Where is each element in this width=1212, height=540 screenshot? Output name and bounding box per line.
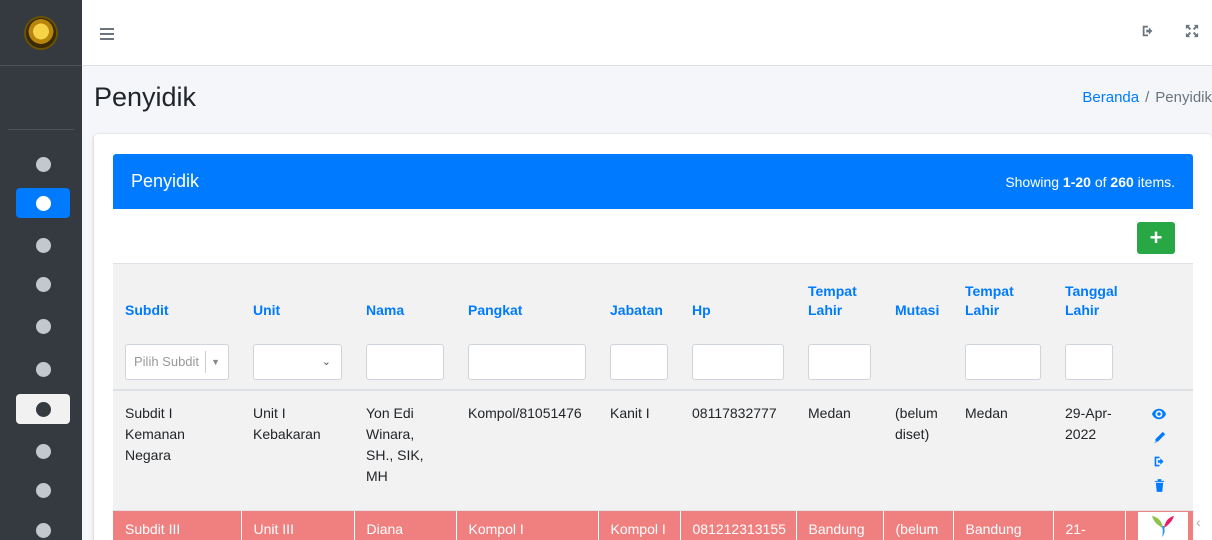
table-row: Subdit I Kemanan Negara Unit I Kebakaran… [113, 390, 1193, 511]
circle-icon [35, 156, 51, 172]
circle-icon [35, 443, 51, 459]
breadcrumb-separator: / [1145, 89, 1150, 106]
add-button[interactable]: + [1137, 222, 1175, 254]
tempat-lahir-2-filter-input[interactable] [965, 344, 1041, 380]
police-logo-icon [26, 17, 56, 48]
col-header-tempat-lahir[interactable]: Tempat Lahir [796, 264, 883, 330]
summary-range: 1-20 [1062, 173, 1091, 190]
breadcrumb-current: Penyidik [1155, 89, 1212, 106]
panel-toolbar: + [113, 209, 1193, 264]
cell-tempat-lahir-2: Medan [953, 390, 1053, 511]
cell-tanggal-lahir: 21- [1053, 510, 1126, 540]
cell-unit: Unit III [241, 510, 355, 540]
cell-hp: 08117832777 [680, 390, 796, 511]
breadcrumb: Beranda / Penyidik [1082, 89, 1212, 106]
tanggal-lahir-filter-input[interactable] [1065, 344, 1113, 380]
cell-unit: Unit I Kebakaran [241, 390, 354, 511]
cell-mutasi: (belum diset) [883, 390, 953, 511]
cell-subdit: Subdit I Kemanan Negara [113, 390, 241, 511]
col-header-pangkat[interactable]: Pangkat [456, 264, 598, 330]
edit-icon[interactable] [1153, 429, 1166, 450]
sidebar-divider [8, 129, 74, 130]
cell-tempat-lahir: Bandung [796, 510, 884, 540]
table-row: Subdit III Unit III Diana Kompol I Kompo… [113, 510, 1194, 540]
summary-total: 260 [1110, 173, 1134, 190]
panel-summary: Showing 1-20 of 260 items. [1005, 173, 1175, 190]
sidebar-item-9[interactable] [16, 475, 70, 505]
tempat-lahir-filter-input[interactable] [808, 344, 871, 380]
nama-filter-input[interactable] [366, 344, 444, 380]
breadcrumb-home-link[interactable]: Beranda [1082, 89, 1139, 106]
cell-nama: Diana [354, 510, 457, 540]
col-header-jabatan[interactable]: Jabatan [598, 264, 680, 330]
cell-nama: Yon Edi Winara, SH., SIK, MH [354, 390, 456, 511]
chevron-left-icon[interactable]: ‹ [1196, 514, 1201, 530]
cell-hp: 081212313155 [680, 510, 797, 540]
col-header-actions [1125, 264, 1193, 330]
panel-title: Penyidik [131, 171, 200, 191]
jabatan-filter-input[interactable] [610, 344, 668, 380]
circle-icon [35, 522, 51, 538]
top-navbar [82, 10, 1212, 66]
col-header-hp[interactable]: Hp [680, 264, 796, 330]
col-header-nama[interactable]: Nama [354, 264, 456, 330]
pangkat-filter-input[interactable] [468, 344, 586, 380]
sidebar-item-2[interactable] [16, 188, 70, 218]
top-strip [82, 0, 1212, 10]
sidebar [0, 0, 82, 540]
col-header-mutasi[interactable]: Mutasi [883, 264, 953, 330]
view-icon[interactable] [1152, 405, 1166, 426]
table-header-row: Subdit Unit Nama Pangkat Jabatan Hp Temp… [113, 264, 1193, 330]
brand[interactable] [0, 0, 82, 66]
cell-tempat-lahir: Medan [796, 390, 883, 511]
cell-jabatan: Kompol I [598, 510, 681, 540]
chevron-down-icon: ⌄ [321, 356, 331, 368]
cell-mutasi: (belum [883, 510, 954, 540]
cell-pangkat: Kompol I [456, 510, 599, 540]
col-header-tanggal-lahir[interactable]: Tanggal Lahir [1053, 264, 1125, 330]
filter-row: Pilih Subdit ▼ ⌄ [113, 330, 1193, 391]
circle-icon [35, 237, 51, 253]
hp-filter-input[interactable] [692, 344, 784, 380]
sidebar-item-4[interactable] [16, 269, 70, 299]
col-header-subdit[interactable]: Subdit [113, 264, 241, 330]
page-title: Penyidik [94, 82, 197, 112]
logout-icon[interactable] [1138, 24, 1158, 44]
subdit-filter-select[interactable]: Pilih Subdit ▼ [125, 344, 229, 380]
panel-header: Penyidik Showing 1-20 of 260 items. [113, 154, 1193, 209]
cell-tanggal-lahir: 29-Apr-2022 [1053, 390, 1125, 511]
hamburger-menu-icon[interactable] [100, 28, 114, 40]
sidebar-item-5[interactable] [16, 311, 70, 341]
move-icon[interactable] [1153, 453, 1166, 474]
cell-subdit: Subdit III [113, 510, 242, 540]
sidebar-item-3[interactable] [16, 230, 70, 260]
circle-icon [35, 276, 51, 292]
cell-actions [1125, 390, 1193, 511]
fullscreen-icon[interactable] [1182, 24, 1202, 44]
yii-logo-icon[interactable] [1138, 512, 1188, 540]
circle-icon [35, 195, 51, 211]
sidebar-item-10[interactable] [16, 515, 70, 540]
sidebar-item-1[interactable] [16, 149, 70, 179]
cell-pangkat: Kompol/81051476 [456, 390, 598, 511]
trash-icon[interactable] [1154, 477, 1165, 498]
circle-icon [35, 318, 51, 334]
caret-down-icon: ▼ [211, 357, 220, 367]
sidebar-item-6[interactable] [16, 354, 70, 384]
penyidik-panel: Penyidik Showing 1-20 of 260 items. + Su… [113, 154, 1194, 540]
circle-icon [35, 482, 51, 498]
cell-jabatan: Kanit I [598, 390, 680, 511]
col-header-unit[interactable]: Unit [241, 264, 354, 330]
penyidik-table: Subdit Unit Nama Pangkat Jabatan Hp Temp… [113, 264, 1194, 540]
sidebar-item-7[interactable] [16, 394, 70, 424]
cell-tempat-lahir-2: Bandung [953, 510, 1054, 540]
unit-filter-select[interactable]: ⌄ [253, 344, 342, 380]
circle-icon [35, 361, 51, 377]
navbar-icons [1138, 24, 1202, 44]
col-header-tempat-lahir-2[interactable]: Tempat Lahir [953, 264, 1053, 330]
circle-icon [35, 401, 51, 417]
sidebar-item-8[interactable] [16, 436, 70, 466]
